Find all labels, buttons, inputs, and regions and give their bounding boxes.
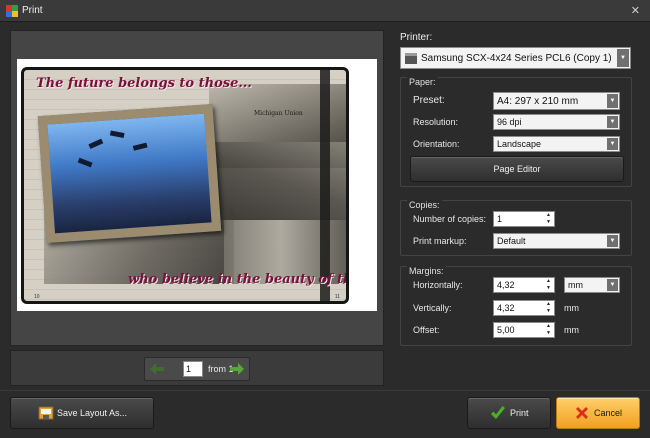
- bottom-button-bar: Save Layout As... Print Cancel: [0, 390, 650, 438]
- offset-stepper[interactable]: 5,00 ▲ ▼: [493, 322, 555, 338]
- page-navigator: from 1: [144, 357, 250, 381]
- quote-bottom: who believe in the beauty of their dream…: [128, 272, 346, 287]
- window-title: Print: [22, 5, 43, 16]
- photo-sign-text: Michigan Union: [254, 110, 303, 117]
- quote-top: The future belongs to those...: [36, 76, 252, 91]
- orientation-label: Orientation:: [413, 139, 460, 149]
- copies-group-label: Copies:: [407, 200, 442, 210]
- close-icon[interactable]: ✕: [631, 4, 640, 17]
- cancel-label: Cancel: [594, 408, 623, 418]
- vertical-margin-value: 4,32: [497, 303, 515, 313]
- printer-value: Samsung SCX-4x24 Series PCL6 (Copy 1): [421, 53, 612, 64]
- framed-color-photo: [37, 104, 222, 243]
- stepper-arrows-icon[interactable]: ▲ ▼: [544, 212, 553, 226]
- stepper-arrows-icon[interactable]: ▲ ▼: [544, 301, 553, 315]
- preset-select[interactable]: A4: 297 x 210 mm ▼: [493, 92, 620, 110]
- page-number-input[interactable]: [183, 361, 203, 377]
- page-editor-button[interactable]: Page Editor: [410, 156, 624, 182]
- resolution-label: Resolution:: [413, 117, 459, 127]
- print-markup-select[interactable]: Default ▼: [493, 233, 620, 249]
- pager-panel: from 1: [10, 350, 384, 386]
- printer-icon: [405, 53, 417, 64]
- arrow-right-icon[interactable]: [229, 362, 245, 376]
- copies-number-label: Number of copies:: [413, 214, 487, 224]
- chevron-down-icon: ▼: [607, 116, 618, 128]
- print-markup-value: Default: [497, 236, 526, 246]
- vertical-margin-stepper[interactable]: 4,32 ▲ ▼: [493, 300, 555, 316]
- orientation-value: Landscape: [497, 139, 542, 149]
- print-button[interactable]: Print: [467, 397, 551, 429]
- chevron-down-icon: ▼: [607, 235, 618, 247]
- film-strip: [320, 70, 330, 301]
- preset-label: Preset:: [413, 95, 445, 106]
- stepper-arrows-icon[interactable]: ▲ ▼: [544, 278, 553, 292]
- print-label: Print: [510, 408, 529, 418]
- chevron-down-icon: ▼: [607, 138, 618, 150]
- resolution-select[interactable]: 96 dpi ▼: [493, 114, 620, 130]
- vertical-unit-label: mm: [564, 303, 579, 313]
- chevron-down-icon: ▼: [607, 94, 618, 108]
- save-layout-button[interactable]: Save Layout As...: [10, 397, 154, 429]
- horizontal-margin-stepper[interactable]: 4,32 ▲ ▼: [493, 277, 555, 293]
- offset-value: 5,00: [497, 325, 515, 335]
- resolution-value: 96 dpi: [497, 117, 522, 127]
- printer-select[interactable]: Samsung SCX-4x24 Series PCL6 (Copy 1) ▼: [400, 47, 631, 69]
- print-markup-label: Print markup:: [413, 236, 467, 246]
- preset-value: A4: 297 x 210 mm: [497, 96, 579, 107]
- margins-group-label: Margins:: [407, 266, 446, 276]
- copies-group: Copies: Number of copies: 1 ▲ ▼ Print mar…: [400, 200, 632, 256]
- paper-group-label: Paper:: [407, 77, 438, 87]
- horizontal-margin-value: 4,32: [497, 280, 515, 290]
- cancel-button[interactable]: Cancel: [556, 397, 640, 429]
- page-number-right: 11: [334, 294, 340, 300]
- title-bar: Print ✕: [0, 0, 650, 22]
- page-number-left: 10: [34, 294, 40, 300]
- margins-group: Margins: Horizontally: 4,32 ▲ ▼ mm ▼ Vert…: [400, 266, 632, 346]
- offset-label: Offset:: [413, 325, 440, 335]
- paper-group: Paper: Preset: A4: 297 x 210 mm ▼ Resolu…: [400, 77, 632, 187]
- margin-unit-value: mm: [568, 280, 583, 290]
- close-icon: [576, 407, 588, 419]
- stepper-arrows-icon[interactable]: ▲ ▼: [544, 323, 553, 337]
- arrow-left-icon[interactable]: [149, 362, 165, 376]
- printer-label: Printer:: [400, 32, 433, 43]
- preview-page: Michigan Union The future belongs to tho…: [17, 59, 377, 311]
- copies-number-stepper[interactable]: 1 ▲ ▼: [493, 211, 555, 227]
- settings-panel: Printer: Samsung SCX-4x24 Series PCL6 (C…: [390, 30, 640, 386]
- checkmark-icon: [491, 406, 505, 419]
- orientation-select[interactable]: Landscape ▼: [493, 136, 620, 152]
- vertical-margin-label: Vertically:: [413, 303, 452, 313]
- app-icon: [6, 5, 18, 17]
- save-layout-label: Save Layout As...: [57, 408, 128, 418]
- collage-image: Michigan Union The future belongs to tho…: [21, 67, 349, 304]
- margin-unit-select[interactable]: mm ▼: [564, 277, 620, 293]
- chevron-down-icon: ▼: [617, 49, 629, 67]
- horizontal-margin-label: Horizontally:: [413, 280, 463, 290]
- preview-panel: Michigan Union The future belongs to tho…: [10, 30, 384, 346]
- copies-number-value: 1: [497, 214, 503, 224]
- offset-unit-label: mm: [564, 325, 579, 335]
- save-layout-icon: [38, 406, 54, 420]
- chevron-down-icon: ▼: [607, 279, 618, 291]
